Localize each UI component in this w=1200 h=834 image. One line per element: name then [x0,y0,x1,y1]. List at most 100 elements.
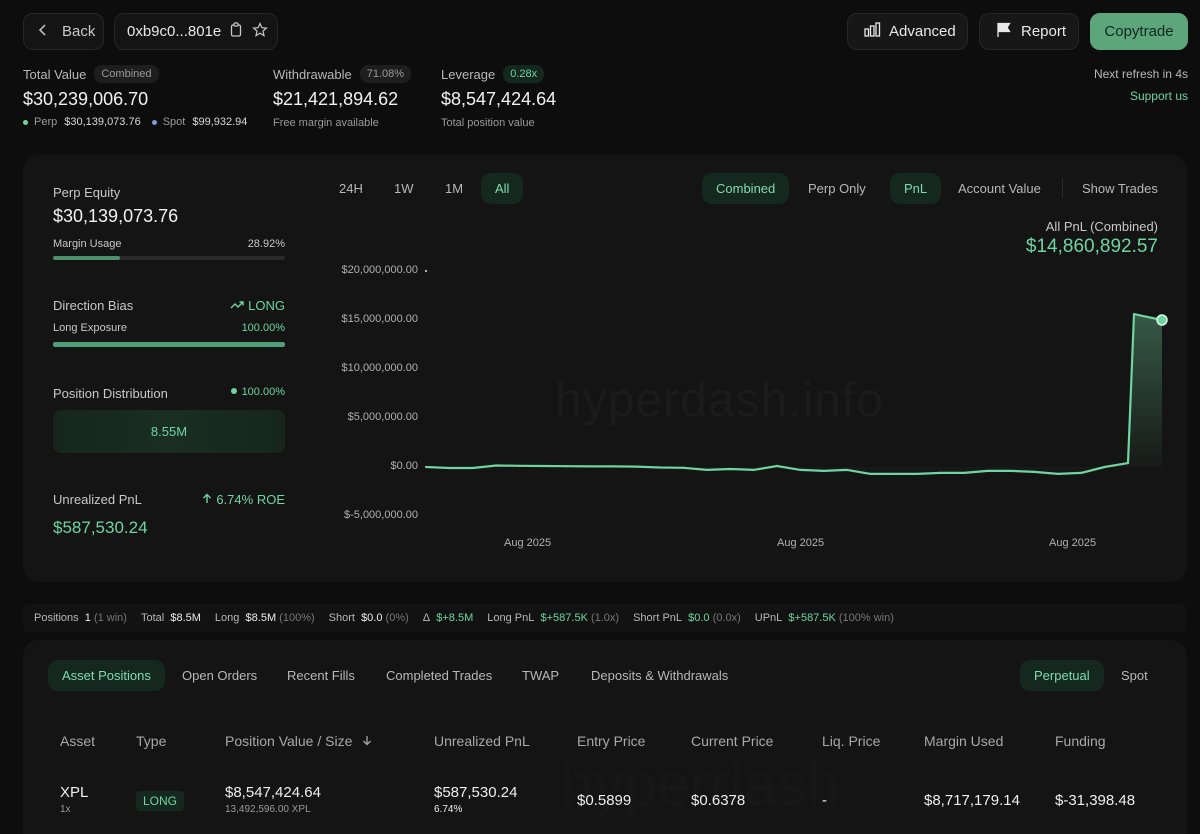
stat-long-note: (100%) [279,612,315,624]
stat-upnl-value: $+587.5K [788,612,836,624]
long-exposure-label: Long Exposure [53,322,127,334]
col-current[interactable]: Current Price [691,733,773,749]
stat-positions-label: Positions [34,612,79,624]
stat-longpnl-note: (1.0x) [590,612,620,624]
support-link[interactable]: Support us [1130,89,1188,103]
col-asset[interactable]: Asset [60,733,95,749]
col-liq[interactable]: Liq. Price [822,733,880,749]
next-refresh: Next refresh in 4s [1093,67,1188,81]
col-upnl[interactable]: Unrealized PnL [434,733,530,749]
pnl-title: All PnL (Combined) [1045,219,1158,234]
direction-bias-label: Direction Bias [53,298,134,313]
copytrade-button[interactable]: Copytrade [1090,13,1188,50]
row-asset[interactable]: XPL [60,784,88,801]
tab-twap[interactable]: TWAP [508,660,573,691]
back-button[interactable]: Back [23,13,104,50]
col-type[interactable]: Type [136,733,166,749]
address-text: 0xb9c0...801e [127,23,222,40]
stat-shortpnl-label: Short PnL [633,612,683,624]
perp-label: Perp [34,116,58,128]
row-size: 13,492,596.00 XPL [225,804,311,815]
tab-perpetual[interactable]: Perpetual [1020,660,1104,691]
stats-bar: Positions 1 (1 win) Total $8.5M Long $8.… [23,604,1187,632]
long-exposure-bar [53,342,285,347]
mode-combined[interactable]: Combined [702,173,790,204]
mode-perp-only[interactable]: Perp Only [794,173,880,204]
tab-deposits-withdrawals[interactable]: Deposits & Withdrawals [577,660,742,691]
chevron-left-icon [38,23,52,41]
advanced-button[interactable]: Advanced [847,13,968,50]
row-current: $0.6378 [691,792,746,809]
margin-usage-label: Margin Usage [53,238,122,250]
roe-value: 6.74% ROE [180,492,285,507]
direction-bias-value: LONG [200,298,285,313]
unrealized-pnl-label: Unrealized PnL [53,492,142,507]
metric-pnl[interactable]: PnL [890,173,942,204]
margin-usage-bar [53,256,285,260]
copytrade-label: Copytrade [1104,23,1174,40]
report-label: Report [1021,23,1067,40]
report-button[interactable]: Report [979,13,1079,50]
row-upnl-pct: 6.74% [434,804,463,815]
arrow-up-icon [202,492,212,507]
row-margin: $8,717,179.14 [924,792,1020,809]
position-distribution-value: 8.55M [150,424,188,439]
perp-equity-value: $30,139,073.76 [53,206,179,226]
bar-chart-icon [864,22,881,41]
stat-short-note: (0%) [385,612,409,624]
roe-text: 6.74% ROE [216,492,285,507]
stat-upnl-note: (100% win) [838,612,894,624]
stat-short-value: $0.0 [361,612,383,624]
x-tick-label: Aug 2025 [504,537,552,549]
col-position-label: Position Value / Size [225,733,353,749]
dot-icon [230,388,237,394]
margin-usage-fill [53,256,121,260]
long-exposure-fill [53,342,285,347]
row-upnl: $587,530.24 [434,784,518,801]
total-value: $30,239,006.70 [23,89,149,109]
spot-dot-icon [151,119,157,125]
margin-usage-value: 28.92% [247,238,285,250]
copy-icon[interactable] [230,22,242,41]
flag-icon [996,22,1012,42]
tab-spot[interactable]: Spot [1107,660,1162,691]
perp-equity-label: Perp Equity [53,185,121,200]
long-exposure-value: 100.00% [241,322,285,334]
x-tick-label: Aug 2025 [777,537,825,549]
position-distribution-pct-text: 100.00% [241,386,285,398]
tab-completed-trades[interactable]: Completed Trades [372,660,506,691]
range-24h[interactable]: 24H [325,173,377,204]
stat-positions-value: 1 [84,612,91,624]
withdrawable-badge: 71.08% [359,65,412,83]
col-margin[interactable]: Margin Used [924,733,1003,749]
range-all[interactable]: All [481,173,524,204]
col-funding[interactable]: Funding [1055,733,1106,749]
leverage-value: $8,547,424.64 [441,89,557,109]
row-liq: - [822,792,827,809]
y-tick-label: $10,000,000.00 [341,362,418,374]
col-entry[interactable]: Entry Price [577,733,645,749]
direction-bias-text: LONG [248,298,285,313]
withdrawable-label: Withdrawable [273,66,352,82]
spot-label: Spot [162,116,186,128]
range-1w[interactable]: 1W [380,173,428,204]
stat-shortpnl-note: (0.0x) [712,612,741,624]
chart-watermark: hyperdash.info [555,374,884,427]
show-trades-toggle[interactable]: Show Trades [1068,173,1172,204]
star-icon[interactable] [252,21,269,42]
advanced-label: Advanced [889,23,956,40]
x-tick-label: Aug 2025 [1049,537,1097,549]
stat-long-label: Long [214,612,240,624]
range-1m[interactable]: 1M [431,173,477,204]
perp-value: $30,139,073.76 [64,116,141,128]
metric-account-value[interactable]: Account Value [944,173,1055,204]
position-distribution-bar[interactable]: 8.55M [53,410,285,453]
stat-delta-label: Δ [422,612,431,624]
stat-longpnl-label: Long PnL [487,612,535,624]
tab-recent-fills[interactable]: Recent Fills [273,660,369,691]
tab-open-orders[interactable]: Open Orders [168,660,271,691]
tab-asset-positions[interactable]: Asset Positions [48,660,165,691]
pnl-value: $14,860,892.57 [1025,236,1158,257]
stat-total-value: $8.5M [170,612,201,624]
col-position[interactable]: Position Value / Size [225,733,372,749]
